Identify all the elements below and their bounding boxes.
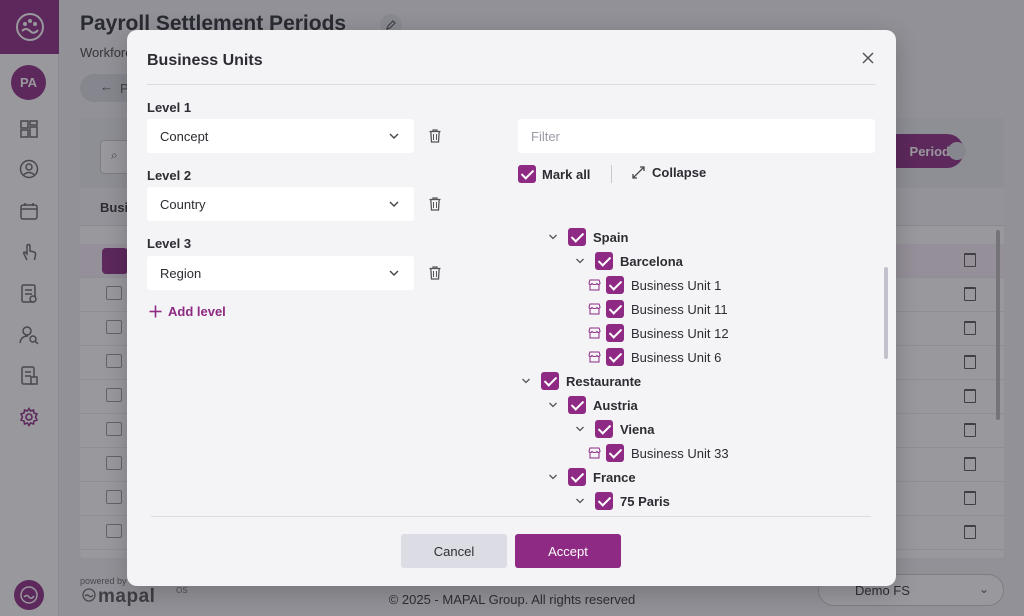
trash-icon bbox=[429, 197, 441, 211]
tree-checkbox[interactable] bbox=[568, 396, 586, 414]
plus-icon bbox=[149, 305, 162, 318]
tree-node-label: Barcelona bbox=[620, 253, 683, 269]
tree-node-label: Viena bbox=[620, 421, 655, 437]
store-icon bbox=[587, 302, 601, 316]
tree-unit-node[interactable]: Business Unit 11 bbox=[587, 299, 728, 319]
level-1-value: Concept bbox=[160, 128, 209, 144]
chevron-down-icon bbox=[389, 270, 399, 276]
chevron-down-icon bbox=[389, 201, 399, 207]
level-2-label: Level 2 bbox=[147, 168, 192, 183]
level-2-select[interactable]: Country bbox=[147, 187, 414, 221]
tree-node-label: Spain bbox=[593, 229, 629, 245]
tree-group-node[interactable]: Viena bbox=[572, 419, 654, 439]
trash-icon bbox=[429, 266, 441, 280]
tree-unit-node[interactable]: Business Unit 1 bbox=[587, 275, 721, 295]
chevron-down-icon[interactable] bbox=[572, 253, 588, 269]
tree-checkbox[interactable] bbox=[606, 300, 624, 318]
store-icon bbox=[587, 278, 601, 292]
tree-checkbox[interactable] bbox=[606, 276, 624, 294]
tree-node-label: 75 Paris bbox=[620, 493, 670, 509]
tree-unit-node[interactable]: Business Unit 6 bbox=[587, 347, 721, 367]
tree-node-label: Austria bbox=[593, 397, 638, 413]
store-icon bbox=[587, 350, 601, 364]
level-3-label: Level 3 bbox=[147, 236, 192, 251]
mark-all-checkbox[interactable]: Mark all bbox=[518, 165, 590, 183]
chevron-down-icon bbox=[389, 133, 399, 139]
tree-checkbox[interactable] bbox=[568, 468, 586, 486]
divider bbox=[611, 165, 612, 183]
tree-group-node[interactable]: Spain bbox=[545, 227, 628, 247]
tree-checkbox[interactable] bbox=[595, 252, 613, 270]
tree-node-label: Business Unit 6 bbox=[631, 349, 722, 365]
level-1-select[interactable]: Concept bbox=[147, 119, 414, 153]
level-2-value: Country bbox=[160, 196, 206, 212]
tree-checkbox[interactable] bbox=[541, 372, 559, 390]
chevron-down-icon[interactable] bbox=[545, 397, 561, 413]
chevron-down-icon[interactable] bbox=[518, 373, 534, 389]
chevron-down-icon[interactable] bbox=[572, 493, 588, 509]
tree-checkbox[interactable] bbox=[568, 228, 586, 246]
tree-node-label: Business Unit 1 bbox=[631, 277, 722, 293]
close-icon bbox=[862, 52, 874, 64]
collapse-button[interactable]: Collapse bbox=[632, 165, 706, 180]
checkbox-checked-icon bbox=[518, 165, 536, 183]
close-button[interactable] bbox=[858, 48, 878, 68]
add-level-label: Add level bbox=[168, 304, 226, 319]
trash-icon bbox=[429, 129, 441, 143]
tree-unit-node[interactable]: Business Unit 12 bbox=[587, 323, 729, 343]
tree-group-node[interactable]: Barcelona bbox=[572, 251, 683, 271]
level-3-select[interactable]: Region bbox=[147, 256, 414, 290]
tree-checkbox[interactable] bbox=[606, 444, 624, 462]
tree-group-node[interactable]: Austria bbox=[545, 395, 638, 415]
accept-button[interactable]: Accept bbox=[515, 534, 621, 568]
filter-input[interactable] bbox=[518, 119, 875, 153]
tree-checkbox[interactable] bbox=[606, 324, 624, 342]
collapse-label: Collapse bbox=[652, 165, 707, 180]
tree-node-label: Business Unit 11 bbox=[631, 301, 728, 317]
tree-checkbox[interactable] bbox=[606, 348, 624, 366]
divider bbox=[147, 84, 876, 85]
tree-node-label: Business Unit 12 bbox=[631, 325, 729, 341]
tree-checkbox[interactable] bbox=[595, 420, 613, 438]
add-level-button[interactable]: Add level bbox=[149, 304, 226, 319]
delete-level-2-button[interactable] bbox=[427, 196, 443, 212]
tree-checkbox[interactable] bbox=[595, 492, 613, 510]
level-3-value: Region bbox=[160, 265, 202, 281]
tree-node-label: Business Unit 33 bbox=[631, 445, 729, 461]
store-icon bbox=[587, 326, 601, 340]
collapse-icon bbox=[632, 166, 645, 179]
tree-group-node[interactable]: France bbox=[545, 467, 636, 487]
chevron-down-icon[interactable] bbox=[545, 469, 561, 485]
tree-unit-node[interactable]: Business Unit 33 bbox=[587, 443, 729, 463]
cancel-button[interactable]: Cancel bbox=[401, 534, 507, 568]
tree-node-label: France bbox=[593, 469, 636, 485]
tree-group-node[interactable]: 75 Paris bbox=[572, 491, 670, 511]
business-units-dialog: Business Units Level 1 Concept Level 2 C… bbox=[127, 30, 896, 586]
tree-group-node[interactable]: Restaurante bbox=[518, 371, 641, 391]
divider bbox=[151, 516, 871, 517]
delete-level-1-button[interactable] bbox=[427, 128, 443, 144]
delete-level-3-button[interactable] bbox=[427, 265, 443, 281]
dialog-title: Business Units bbox=[147, 52, 263, 69]
store-icon bbox=[587, 446, 601, 460]
chevron-down-icon[interactable] bbox=[545, 229, 561, 245]
mark-all-label: Mark all bbox=[542, 166, 591, 182]
business-unit-tree: Spain Barcelona Business Unit 1 Business Un… bbox=[518, 190, 883, 516]
tree-node-label: Restaurante bbox=[566, 373, 642, 389]
level-1-label: Level 1 bbox=[147, 100, 192, 115]
tree-scrollbar[interactable] bbox=[884, 267, 888, 359]
chevron-down-icon[interactable] bbox=[572, 421, 588, 437]
